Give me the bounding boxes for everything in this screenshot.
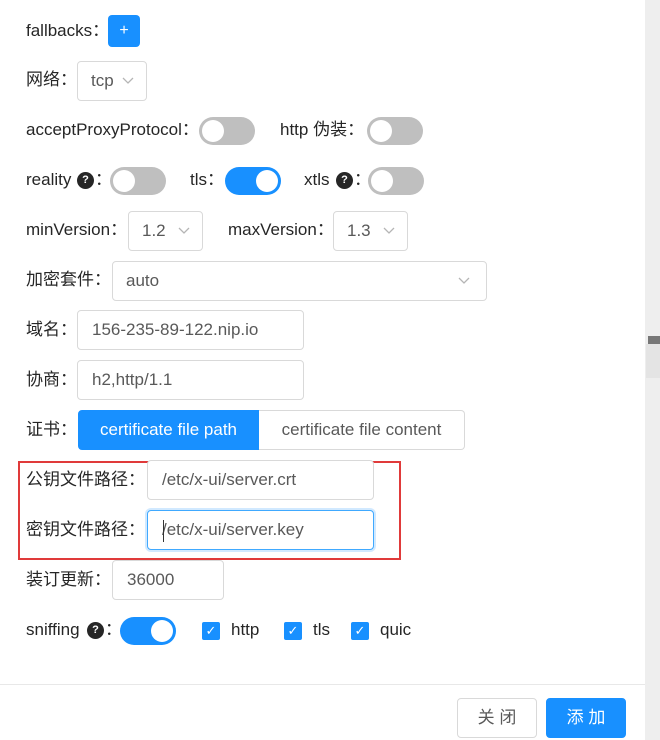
accept-proxy-label: acceptProxyProtocol： xyxy=(26,120,199,139)
min-version-label: minVersion： xyxy=(26,220,128,239)
network-select[interactable]: tcp xyxy=(77,61,147,101)
sniff-http-checkbox[interactable]: ✓ xyxy=(202,622,220,640)
sniffing-toggle[interactable] xyxy=(120,617,176,645)
text-cursor xyxy=(163,520,164,542)
close-button[interactable]: 关 闭 xyxy=(457,698,537,738)
cert-label: 证书： xyxy=(26,420,77,439)
public-key-input[interactable]: /etc/x-ui/server.crt xyxy=(147,460,374,500)
toggle-knob xyxy=(256,170,278,192)
max-version-label: maxVersion： xyxy=(228,220,334,239)
question-circle-icon[interactable]: ? xyxy=(336,172,353,189)
sniff-quic-label: quic xyxy=(380,620,412,639)
private-key-label: 密钥文件路径： xyxy=(26,520,145,539)
question-circle-icon[interactable]: ? xyxy=(87,622,104,639)
renew-label: 装订更新： xyxy=(26,570,111,589)
sniff-tls-label: tls xyxy=(313,620,330,639)
sniff-http-label: http xyxy=(231,620,260,639)
tls-toggle[interactable] xyxy=(225,167,281,195)
check-icon: ✓ xyxy=(287,623,299,638)
sniff-quic-checkbox[interactable]: ✓ xyxy=(351,622,369,640)
sniff-tls-checkbox[interactable]: ✓ xyxy=(284,622,302,640)
domain-input[interactable]: 156-235-89-122.nip.io xyxy=(77,310,304,350)
max-version-select[interactable]: 1.3 xyxy=(333,211,408,251)
private-key-input[interactable]: /etc/x-ui/server.key xyxy=(147,510,374,550)
chevron-down-icon xyxy=(178,212,190,265)
network-value: tcp xyxy=(91,71,114,90)
http-disguise-toggle[interactable] xyxy=(367,117,423,145)
cipher-select[interactable]: auto xyxy=(112,261,487,301)
public-key-label: 公钥文件路径： xyxy=(26,470,145,489)
toggle-knob xyxy=(370,120,392,142)
chevron-down-icon xyxy=(122,62,134,115)
toggle-knob xyxy=(151,620,173,642)
reality-toggle[interactable] xyxy=(110,167,166,195)
question-circle-icon[interactable]: ? xyxy=(77,172,94,189)
max-version-value: 1.3 xyxy=(347,221,371,240)
toggle-knob xyxy=(371,170,393,192)
add-fallback-button[interactable]: + xyxy=(108,15,140,47)
network-label: 网络： xyxy=(26,70,77,89)
plus-icon: + xyxy=(119,22,129,39)
check-icon: ✓ xyxy=(205,623,217,638)
fallbacks-label: fallbacks： xyxy=(26,21,110,40)
tab-certificate-file-content[interactable]: certificate file content xyxy=(259,410,465,450)
sniffing-label: sniffing xyxy=(26,620,80,639)
cipher-value: auto xyxy=(126,271,160,290)
alpn-label: 协商： xyxy=(26,370,77,389)
footer-divider xyxy=(0,684,645,685)
min-version-value: 1.2 xyxy=(142,221,166,240)
xtls-label: xtls xyxy=(304,170,330,189)
check-icon: ✓ xyxy=(354,623,366,638)
add-button[interactable]: 添 加 xyxy=(546,698,626,738)
xtls-toggle[interactable] xyxy=(368,167,424,195)
reality-label: reality xyxy=(26,170,72,189)
toggle-knob xyxy=(202,120,224,142)
chevron-down-icon xyxy=(458,262,470,315)
tab-certificate-file-path[interactable]: certificate file path xyxy=(78,410,259,450)
renew-input[interactable]: 36000 xyxy=(112,560,224,600)
tls-label: tls： xyxy=(190,170,224,189)
min-version-select[interactable]: 1.2 xyxy=(128,211,203,251)
toggle-knob xyxy=(113,170,135,192)
cipher-label: 加密套件： xyxy=(26,270,111,289)
scrollbar-segment xyxy=(646,344,660,378)
chevron-down-icon xyxy=(383,212,395,265)
alpn-input[interactable]: h2,http/1.1 xyxy=(77,360,304,400)
http-disguise-label: http 伪装： xyxy=(280,120,365,139)
domain-label: 域名： xyxy=(26,320,77,339)
accept-proxy-toggle[interactable] xyxy=(199,117,255,145)
scrollbar-thumb[interactable] xyxy=(648,336,660,344)
